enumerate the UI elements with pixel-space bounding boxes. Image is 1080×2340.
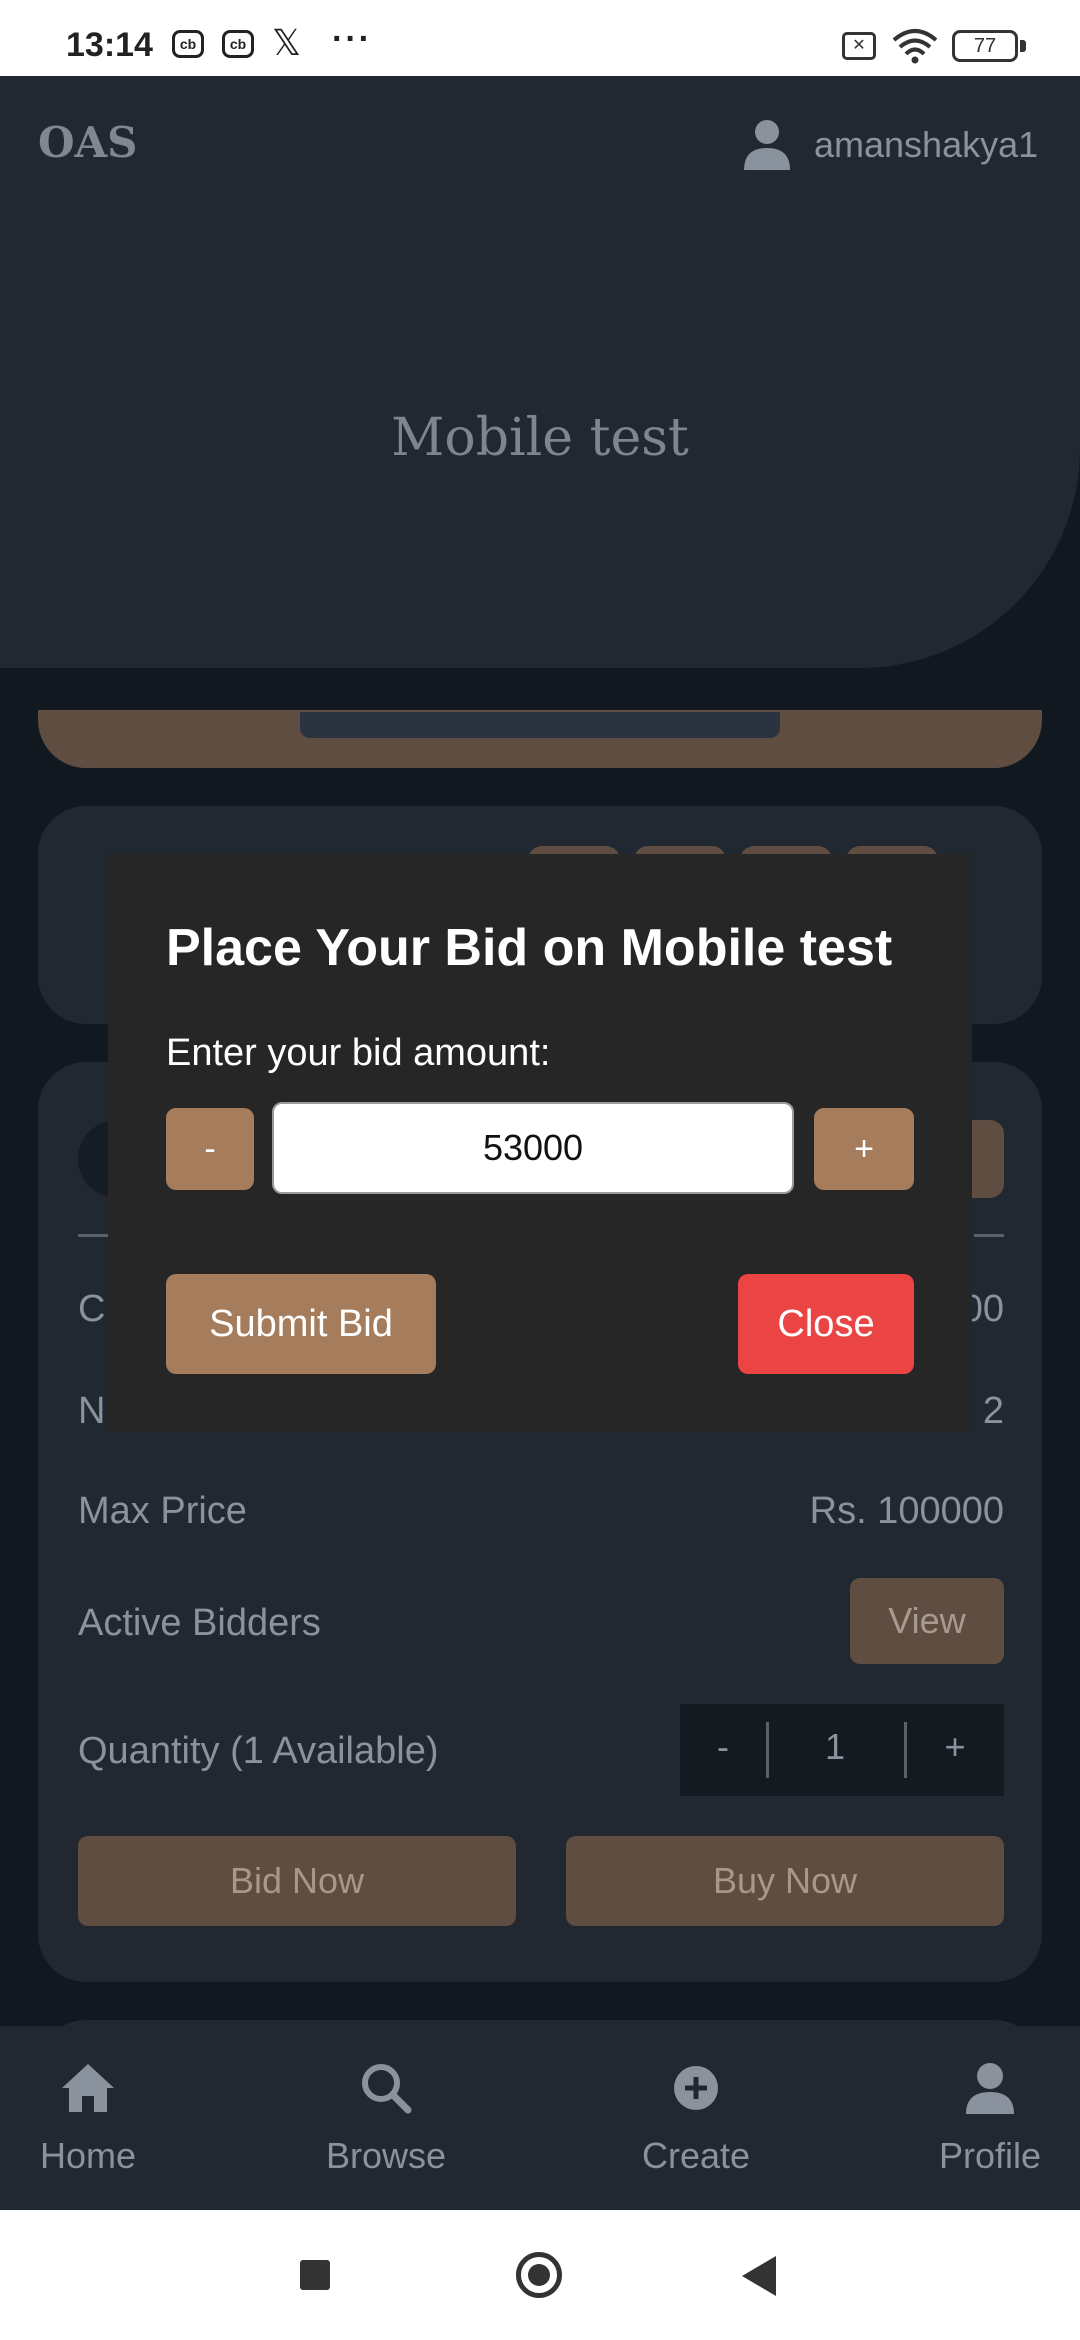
nav-browse[interactable]: Browse bbox=[286, 2060, 486, 2177]
buy-now-button[interactable]: Buy Now bbox=[566, 1836, 1004, 1926]
quantity-value[interactable]: 1 bbox=[790, 1726, 880, 1768]
cb-app-icon-2: cb bbox=[222, 30, 254, 58]
quantity-minus-button[interactable]: - bbox=[700, 1726, 746, 1768]
username-link[interactable]: amanshakya1 bbox=[814, 124, 1038, 166]
submit-bid-button[interactable]: Submit Bid bbox=[166, 1274, 436, 1374]
bid-amount-label: Enter your bid amount: bbox=[166, 1032, 551, 1074]
plus-circle-icon bbox=[674, 2066, 718, 2110]
page-title: Mobile test bbox=[391, 408, 689, 468]
user-icon bbox=[966, 2063, 1014, 2114]
recent-apps-button[interactable] bbox=[300, 2260, 330, 2290]
bid-now-button[interactable]: Bid Now bbox=[78, 1836, 516, 1926]
more-notifications-icon: ··· bbox=[332, 20, 372, 58]
status-time: 13:14 bbox=[66, 26, 153, 64]
bid-amount-input[interactable] bbox=[272, 1102, 794, 1194]
divider bbox=[904, 1722, 907, 1778]
quantity-label: Quantity (1 Available) bbox=[78, 1730, 439, 1772]
battery-cap bbox=[1020, 40, 1026, 52]
home-icon bbox=[62, 2064, 114, 2112]
brand-logo[interactable]: OAS bbox=[38, 118, 138, 167]
back-button[interactable] bbox=[742, 2256, 776, 2296]
max-price-label: Max Price bbox=[78, 1490, 247, 1532]
user-icon[interactable] bbox=[742, 118, 792, 170]
current-price-label: C bbox=[78, 1288, 106, 1330]
divider bbox=[974, 1234, 1004, 1237]
divider bbox=[766, 1722, 769, 1778]
battery-icon: 77 bbox=[952, 30, 1018, 62]
divider bbox=[78, 1234, 108, 1237]
nav-browse-label: Browse bbox=[325, 2135, 447, 2176]
max-price-value: Rs. 100000 bbox=[809, 1490, 1004, 1532]
nav-home-label: Home bbox=[39, 2135, 137, 2176]
wifi-icon bbox=[892, 29, 938, 64]
next-bid-label: N bbox=[78, 1390, 106, 1432]
increase-bid-button[interactable]: + bbox=[814, 1108, 914, 1190]
home-button-dot bbox=[528, 2264, 550, 2286]
product-device-image bbox=[300, 712, 780, 738]
search-icon bbox=[362, 2064, 412, 2114]
nav-create-label: Create bbox=[641, 2135, 751, 2176]
cb-app-icon: cb bbox=[172, 30, 204, 58]
dialog-title: Place Your Bid on Mobile test bbox=[166, 919, 893, 977]
nav-profile[interactable]: Profile bbox=[890, 2060, 1080, 2177]
x-app-icon: 𝕏 bbox=[272, 22, 302, 63]
quantity-plus-button[interactable]: + bbox=[932, 1726, 978, 1768]
close-dialog-button[interactable]: Close bbox=[738, 1274, 914, 1374]
nav-home[interactable]: Home bbox=[0, 2060, 188, 2177]
decrease-bid-button[interactable]: - bbox=[166, 1108, 254, 1190]
nav-create[interactable]: Create bbox=[596, 2060, 796, 2177]
nav-profile-label: Profile bbox=[938, 2135, 1042, 2176]
view-bidders-button[interactable]: View bbox=[850, 1578, 1004, 1664]
active-bidders-label: Active Bidders bbox=[78, 1602, 321, 1644]
sim-off-icon: ✕ bbox=[842, 32, 876, 60]
